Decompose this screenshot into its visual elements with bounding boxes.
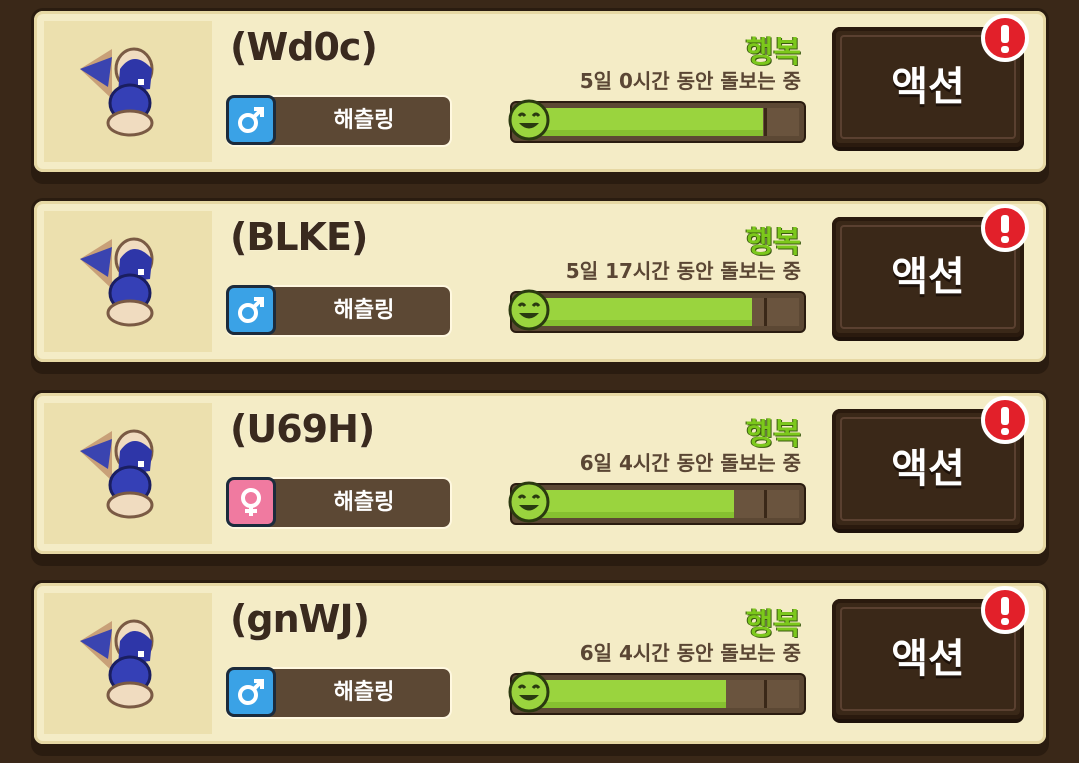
species-label: 해츨링 [333, 680, 395, 705]
happiness-bar [508, 481, 804, 523]
alert-icon [981, 586, 1029, 634]
pet-name: (BLKE) [230, 215, 368, 259]
happiness-bar [508, 289, 804, 331]
pet-name: (gnWJ) [230, 597, 370, 641]
smiley-icon [508, 481, 550, 523]
pet-portrait [44, 593, 212, 734]
male-symbol-icon [238, 107, 264, 133]
care-time-text: 6일 4시간 동안 돌보는 중 [579, 641, 801, 665]
pet-portrait [44, 211, 212, 352]
female-symbol-icon [241, 488, 261, 516]
dragon-icon [80, 47, 154, 137]
bar-fill [540, 680, 726, 708]
pet-name: (U69H) [230, 407, 375, 451]
card-panel: (Wd0c) 해츨링 행복 5일 0시간 동안 돌보는 중 액션 [34, 11, 1046, 172]
dragon-icon [80, 237, 154, 327]
pet-portrait [44, 403, 212, 544]
action-button[interactable]: 액션 [832, 586, 1029, 719]
card-panel: (U69H) 해츨링 행복 6일 4시간 동안 돌보는 중 액션 [34, 393, 1046, 554]
smiley-icon [508, 289, 550, 331]
gender-badge [226, 667, 276, 717]
pet-portrait [44, 21, 212, 162]
gender-badge [226, 477, 276, 527]
alert-icon [981, 204, 1029, 252]
happiness-bar [508, 671, 804, 713]
bar-divider [764, 490, 767, 518]
pet-name: (Wd0c) [230, 25, 378, 69]
dragon-icon [80, 429, 154, 519]
action-button[interactable]: 액션 [832, 204, 1029, 337]
bar-divider [764, 680, 767, 708]
bar-divider [764, 298, 767, 326]
care-time-text: 5일 0시간 동안 돌보는 중 [579, 69, 801, 93]
male-symbol-icon [238, 679, 264, 705]
bar-fill [540, 108, 763, 136]
pet-card: (U69H) 해츨링 행복 6일 4시간 동안 돌보는 중 액션 [31, 390, 1049, 566]
happiness-bar [508, 99, 804, 141]
pet-card: (gnWJ) 해츨링 행복 6일 4시간 동안 돌보는 중 액션 [31, 580, 1049, 756]
care-time-text: 5일 17시간 동안 돌보는 중 [565, 259, 801, 283]
species-badge: 해츨링 [226, 95, 450, 145]
species-badge: 해츨링 [226, 667, 450, 717]
bar-fill [540, 490, 734, 518]
card-panel: (BLKE) 해츨링 행복 5일 17시간 동안 돌보는 중 액션 [34, 201, 1046, 362]
bar-divider [764, 108, 767, 136]
gender-badge [226, 285, 276, 335]
alert-icon [981, 396, 1029, 444]
alert-icon [981, 14, 1029, 62]
care-time-text: 6일 4시간 동안 돌보는 중 [579, 451, 801, 475]
smiley-icon [508, 99, 550, 141]
action-button[interactable]: 액션 [832, 396, 1029, 529]
card-panel: (gnWJ) 해츨링 행복 6일 4시간 동안 돌보는 중 액션 [34, 583, 1046, 744]
action-button[interactable]: 액션 [832, 14, 1029, 147]
male-symbol-icon [238, 297, 264, 323]
pet-list: (Wd0c) 해츨링 행복 5일 0시간 동안 돌보는 중 액션 (BLKE) … [0, 0, 1079, 763]
bar-fill [540, 298, 752, 326]
species-label: 해츨링 [333, 108, 395, 133]
dragon-icon [80, 619, 154, 709]
species-badge: 해츨링 [226, 477, 450, 527]
species-label: 해츨링 [333, 298, 395, 323]
pet-card: (BLKE) 해츨링 행복 5일 17시간 동안 돌보는 중 액션 [31, 198, 1049, 374]
pet-card: (Wd0c) 해츨링 행복 5일 0시간 동안 돌보는 중 액션 [31, 8, 1049, 184]
gender-badge [226, 95, 276, 145]
species-label: 해츨링 [333, 490, 395, 515]
species-badge: 해츨링 [226, 285, 450, 335]
smiley-icon [508, 671, 550, 713]
